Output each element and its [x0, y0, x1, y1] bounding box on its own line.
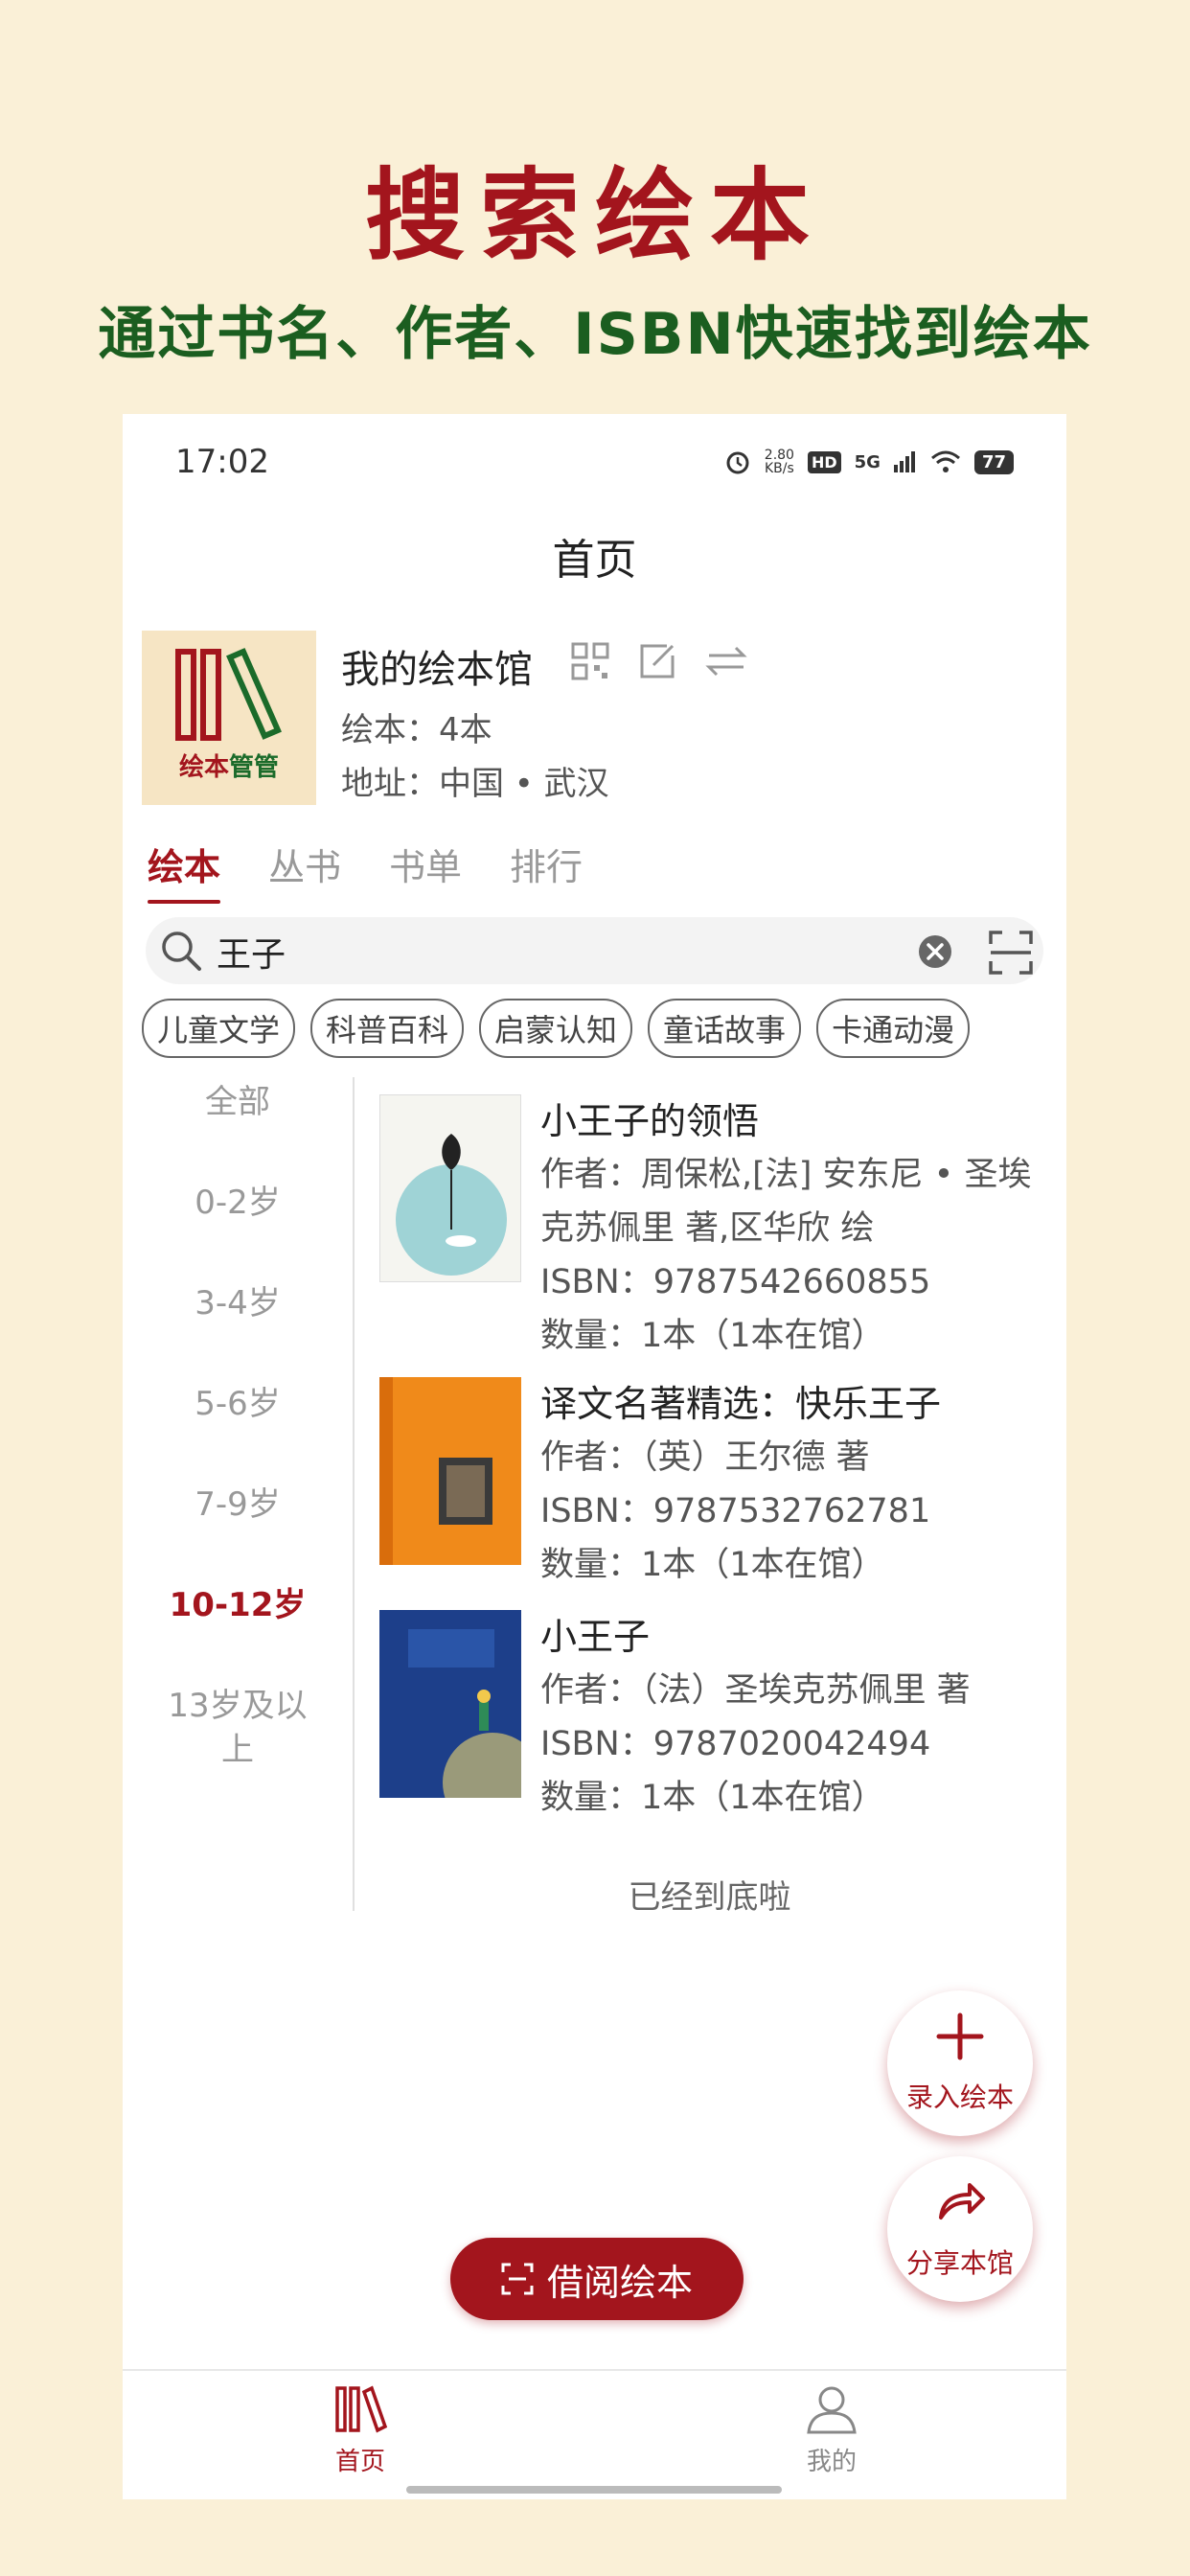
age-5-6[interactable]: 5-6岁	[123, 1382, 353, 1426]
signal-bars-icon	[893, 451, 915, 472]
library-count: 绘本：4本	[341, 711, 492, 749]
share-library-label: 分享本馆	[905, 2247, 1014, 2279]
tab-picture-books[interactable]: 绘本	[148, 838, 221, 904]
page-title: 首页	[552, 536, 637, 585]
age-all[interactable]: 全部	[123, 1080, 353, 1124]
book-isbn: ISBN：9787532762781	[540, 1492, 931, 1530]
promo-subline: 通过书名、作者、ISBN快速找到绘本	[98, 301, 1092, 368]
books-icon	[335, 2385, 388, 2433]
hd-badge: HD	[807, 450, 841, 473]
battery-level: 77	[973, 449, 1014, 474]
book-cover	[379, 1610, 521, 1798]
library-name: 我的绘本馆	[341, 648, 533, 692]
age-3-4[interactable]: 3-4岁	[123, 1281, 353, 1325]
chip-children-literature[interactable]: 儿童文学	[142, 999, 296, 1058]
age-0-2[interactable]: 0-2岁	[123, 1181, 353, 1225]
chip-fairy-tales[interactable]: 童话故事	[648, 999, 802, 1058]
library-actions	[571, 642, 747, 680]
nav-home[interactable]: 首页	[264, 2384, 456, 2477]
book-title: 小王子的领悟	[540, 1100, 760, 1142]
plus-icon	[936, 2012, 984, 2060]
cover-art-little-prince	[408, 1629, 521, 1798]
home-indicator	[406, 2486, 782, 2494]
add-book-button[interactable]: 录入绘本	[887, 1990, 1033, 2136]
scan-icon	[501, 2263, 534, 2295]
book-info: 小王子的领悟 作者：周保松,[法] 安东尼 • 圣埃克苏佩里 著,区华欣 绘 I…	[540, 1094, 1058, 1363]
book-title: 小王子	[540, 1616, 651, 1658]
qr-code-icon[interactable]	[571, 642, 609, 680]
cover-art-happy-prince	[379, 1377, 492, 1565]
tab-book-lists[interactable]: 书单	[389, 838, 462, 904]
share-icon	[939, 2183, 985, 2220]
status-icons: 2.80 KB/s HD 5G 77	[724, 448, 1014, 475]
tab-series[interactable]: 丛书	[268, 838, 341, 904]
nav-mine-label: 我的	[806, 2448, 857, 2476]
list-divider	[353, 1077, 355, 1911]
book-quantity: 数量：1本（1本在馆）	[540, 1317, 885, 1355]
alarm-icon	[726, 451, 749, 474]
book-item[interactable]: 小王子 作者：（法）圣埃克苏佩里 著 ISBN：9787020042494 数量…	[379, 1610, 1050, 1830]
book-quantity: 数量：1本（1本在馆）	[540, 1546, 885, 1584]
book-info: 译文名著精选：快乐王子 作者：（英）王尔德 著 ISBN：97875327627…	[540, 1377, 1058, 1592]
nav-mine[interactable]: 我的	[736, 2384, 927, 2477]
user-icon	[807, 2386, 857, 2434]
book-author: 作者：（英）王尔德 著	[540, 1438, 870, 1477]
book-author: 作者：周保松,[法] 安东尼 • 圣埃克苏佩里 著,区华欣 绘	[540, 1156, 1032, 1248]
scan-icon[interactable]	[989, 931, 1033, 975]
add-book-label: 录入绘本	[905, 2082, 1014, 2113]
share-library-button[interactable]: 分享本馆	[887, 2156, 1033, 2302]
book-item[interactable]: 小王子的领悟 作者：周保松,[法] 安东尼 • 圣埃克苏佩里 著,区华欣 绘 I…	[379, 1094, 1050, 1355]
book-info: 小王子 作者：（法）圣埃克苏佩里 著 ISBN：9787020042494 数量…	[540, 1610, 1058, 1825]
library-address: 地址：中国 • 武汉	[341, 765, 609, 803]
chip-cartoon[interactable]: 卡通动漫	[816, 999, 971, 1058]
logo-text: 绘本管管	[178, 753, 280, 782]
search-icon	[162, 932, 201, 971]
promo-headline: 搜索绘本	[364, 157, 825, 274]
books-logo-icon	[175, 648, 282, 741]
switch-icon[interactable]	[705, 642, 747, 680]
phone-screen: 17:02 2.80 KB/s HD 5G 77 首页 绘本管管 我的绘本馆 绘…	[123, 414, 1066, 2499]
age-10-12[interactable]: 10-12岁	[123, 1583, 353, 1627]
chip-early-learning[interactable]: 启蒙认知	[479, 999, 633, 1058]
book-quantity: 数量：1本（1本在馆）	[540, 1779, 885, 1817]
book-author: 作者：（法）圣埃克苏佩里 著	[540, 1671, 971, 1710]
net-speed: 2.80 KB/s	[764, 448, 794, 476]
cover-art-little-prince-insight	[396, 1134, 507, 1276]
status-bar: 17:02 2.80 KB/s HD 5G 77	[123, 414, 1066, 519]
book-isbn: ISBN：9787020042494	[540, 1725, 931, 1763]
search-bar[interactable]: 王子	[146, 917, 1043, 984]
nav-home-label: 首页	[334, 2448, 385, 2476]
borrow-book-label: 借阅绘本	[546, 2261, 693, 2304]
book-isbn: ISBN：9787542660855	[540, 1263, 931, 1301]
tag-chips: 儿童文学 科普百科 启蒙认知 童话故事 卡通动漫	[142, 999, 971, 1058]
wifi-icon	[930, 450, 960, 472]
book-cover	[379, 1377, 521, 1565]
signal-5g: 5G	[854, 451, 881, 472]
borrow-book-button[interactable]: 借阅绘本	[450, 2238, 744, 2320]
bottom-nav: 首页 我的	[123, 2369, 1066, 2499]
end-of-list-text: 已经到底啦	[628, 1878, 791, 1917]
book-title: 译文名著精选：快乐王子	[540, 1383, 942, 1425]
clear-icon[interactable]	[918, 934, 952, 969]
library-logo[interactable]: 绘本管管	[142, 631, 316, 805]
tab-ranking[interactable]: 排行	[510, 838, 583, 904]
category-tabs: 绘本 丛书 书单 排行	[148, 838, 583, 904]
book-item[interactable]: 译文名著精选：快乐王子 作者：（英）王尔德 著 ISBN：97875327627…	[379, 1377, 1050, 1598]
book-cover	[379, 1094, 521, 1282]
edit-icon[interactable]	[638, 642, 676, 680]
chip-popular-science[interactable]: 科普百科	[310, 999, 465, 1058]
status-time: 17:02	[175, 443, 269, 481]
age-13-plus[interactable]: 13岁及以上	[123, 1684, 353, 1772]
age-7-9[interactable]: 7-9岁	[123, 1483, 353, 1527]
search-input[interactable]: 王子	[217, 927, 286, 977]
